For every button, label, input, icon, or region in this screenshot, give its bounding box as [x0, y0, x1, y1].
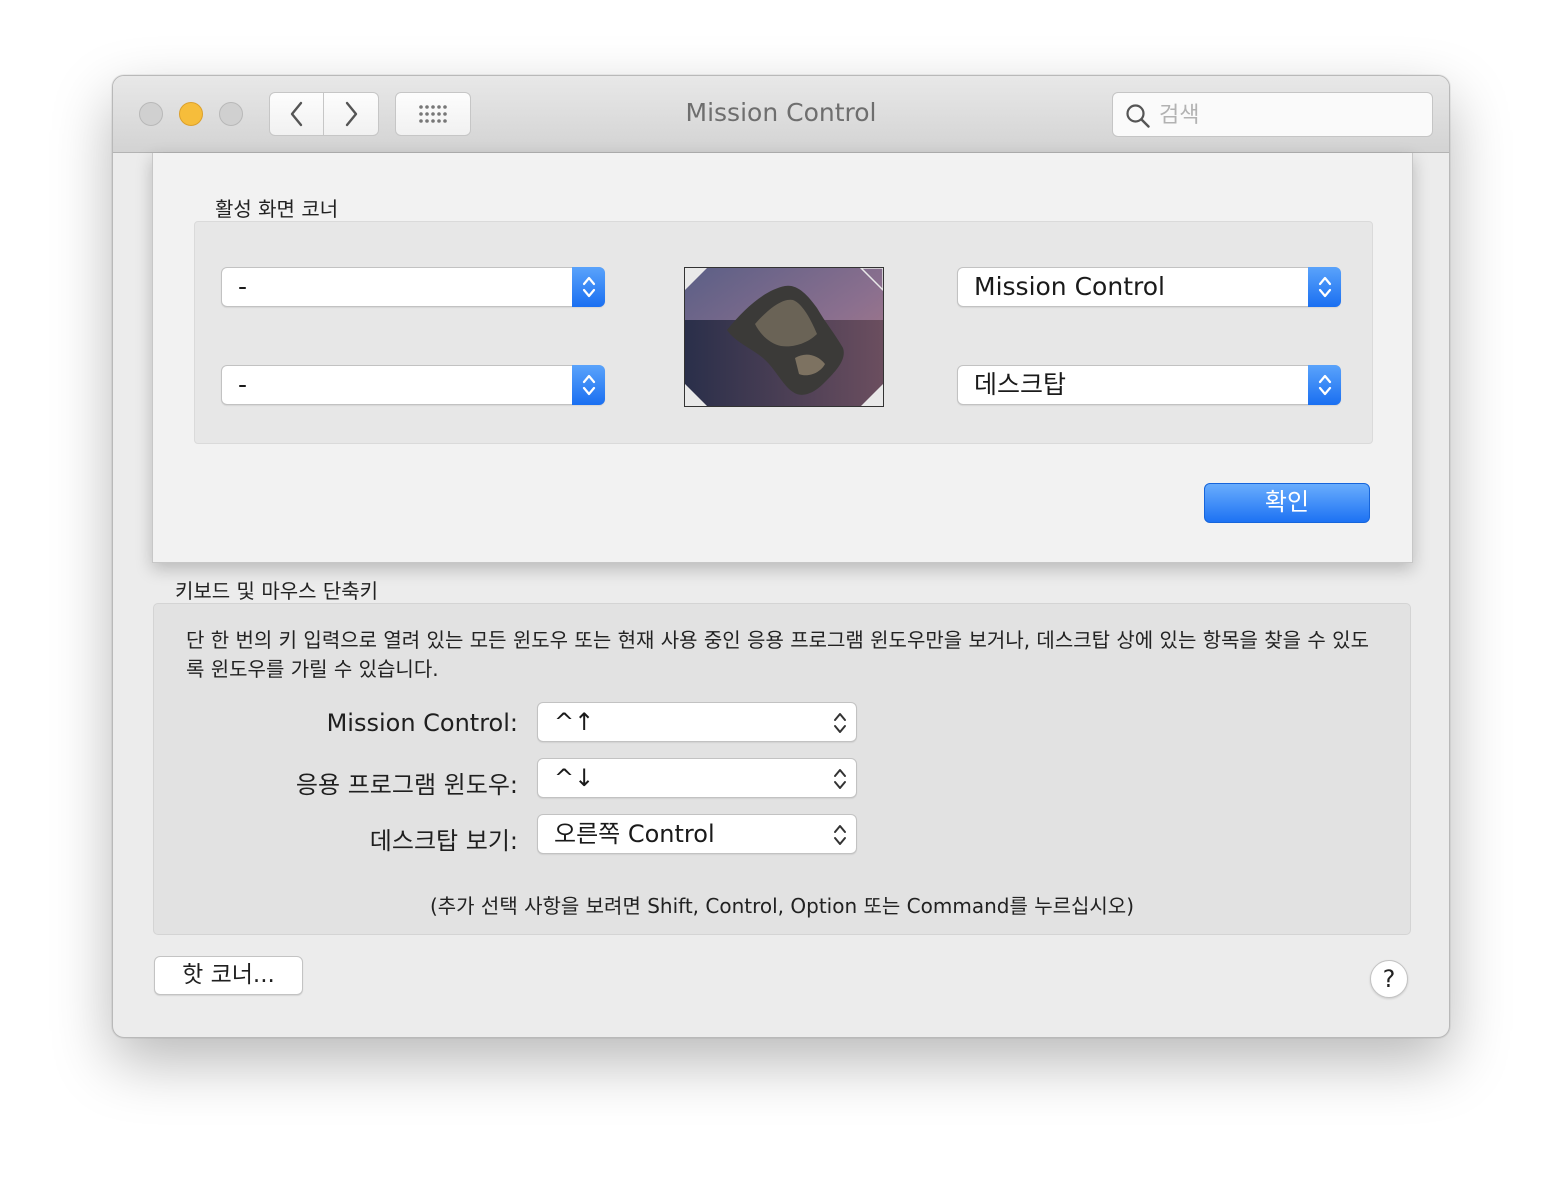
- popup-arrows-icon: [1308, 365, 1341, 405]
- updown-arrows-icon: [834, 825, 846, 845]
- top-right-corner-popup[interactable]: Mission Control: [957, 267, 1341, 307]
- popup-arrows-icon: [572, 365, 605, 405]
- keyboard-shortcuts-group: 단 한 번의 키 입력으로 열려 있는 모든 윈도우 또는 현재 사용 중인 응…: [153, 603, 1411, 935]
- desktop-preview-image: [684, 267, 884, 407]
- app-windows-shortcut-value: ^↓: [554, 764, 595, 792]
- mission-control-shortcut-label: Mission Control:: [326, 709, 518, 737]
- top-left-corner-value: -: [238, 272, 248, 301]
- top-right-corner-value: Mission Control: [974, 272, 1165, 301]
- keyboard-shortcuts-description: 단 한 번의 키 입력으로 열려 있는 모든 윈도우 또는 현재 사용 중인 응…: [186, 628, 1369, 681]
- updown-arrows-icon: [834, 713, 846, 733]
- preferences-window: Mission Control 활성 화면 코너 - -: [112, 75, 1450, 1038]
- help-button[interactable]: ?: [1370, 960, 1408, 998]
- mission-control-shortcut-popup[interactable]: ^↑: [537, 702, 857, 742]
- updown-arrows-icon: [834, 769, 846, 789]
- keyboard-shortcuts-title: 키보드 및 마우스 단축키: [175, 579, 379, 603]
- search-input[interactable]: [1157, 99, 1421, 131]
- show-desktop-shortcut-value: 오른쪽 Control: [554, 820, 715, 848]
- bottom-right-corner-value: 데스크탑: [974, 370, 1067, 399]
- sheet-title: 활성 화면 코너: [215, 197, 339, 221]
- magnifier-icon: [1126, 104, 1150, 128]
- ok-button[interactable]: 확인: [1204, 483, 1370, 523]
- app-windows-shortcut-popup[interactable]: ^↓: [537, 758, 857, 798]
- search-field[interactable]: [1112, 92, 1433, 137]
- top-left-corner-popup[interactable]: -: [221, 267, 605, 307]
- hot-corners-button[interactable]: 핫 코너...: [154, 956, 303, 995]
- mission-control-shortcut-value: ^↑: [554, 708, 595, 736]
- popup-arrows-icon: [1308, 267, 1341, 307]
- show-desktop-shortcut-popup[interactable]: 오른쪽 Control: [537, 814, 857, 854]
- hot-corners-group: - - Mission Control 데스크탑: [194, 221, 1373, 444]
- bottom-left-corner-popup[interactable]: -: [221, 365, 605, 405]
- hot-corners-sheet: 활성 화면 코너 - - Mission Control 데스크탑 확인: [152, 153, 1413, 563]
- modifier-keys-note: (추가 선택 사항을 보려면 Shift, Control, Option 또는…: [429, 894, 1135, 918]
- popup-arrows-icon: [572, 267, 605, 307]
- bottom-left-corner-value: -: [238, 370, 248, 399]
- app-windows-shortcut-label: 응용 프로그램 윈도우:: [295, 771, 518, 799]
- title-bar: Mission Control: [113, 76, 1449, 153]
- show-desktop-shortcut-label: 데스크탑 보기:: [369, 827, 518, 855]
- bottom-right-corner-popup[interactable]: 데스크탑: [957, 365, 1341, 405]
